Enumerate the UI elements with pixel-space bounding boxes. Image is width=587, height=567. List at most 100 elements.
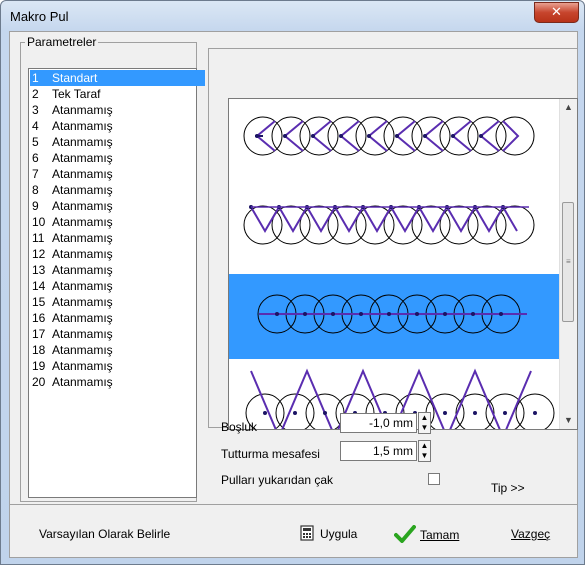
pattern-zigzag-small xyxy=(243,205,535,245)
parameter-number: 1 xyxy=(32,71,39,85)
parameter-label: Atanmamış xyxy=(52,359,113,373)
parameter-label: Atanmamış xyxy=(52,103,113,117)
parameters-list[interactable]: 1 Standart 2 Tek Taraf 3 Atanmamış 4 Atanmamış 5… xyxy=(28,68,205,498)
parameter-label: Atanmamış xyxy=(52,263,113,277)
parameter-item[interactable]: 15 Atanmamış xyxy=(30,294,205,310)
preview-scrollbar[interactable]: ▲ ≡ ▼ xyxy=(559,99,577,429)
parameter-item[interactable]: 16 Atanmamış xyxy=(30,310,205,326)
tack-distance-spinner[interactable]: ▲ ▼ xyxy=(418,440,431,462)
close-icon: ✕ xyxy=(551,4,562,19)
set-default-button[interactable]: Varsayılan Olarak Belirle xyxy=(39,527,170,541)
parameter-item[interactable]: 5 Atanmamış xyxy=(30,134,205,150)
parameter-label: Atanmamış xyxy=(52,279,113,293)
parameter-number: 6 xyxy=(32,151,39,165)
parameters-group-label: Parametreler xyxy=(25,35,99,49)
from-top-checkbox[interactable] xyxy=(428,473,440,485)
parameter-label: Atanmamış xyxy=(52,343,113,357)
spacing-label: Boşluk xyxy=(221,420,258,434)
parameter-item[interactable]: 14 Atanmamış xyxy=(30,278,205,294)
from-top-label: Pulları yukarıdan çak xyxy=(221,473,334,487)
ok-label: Tamam xyxy=(420,528,460,542)
parameter-number: 17 xyxy=(32,327,46,341)
parameter-number: 8 xyxy=(32,183,39,197)
parameter-item[interactable]: 17 Atanmamış xyxy=(30,326,205,342)
parameter-number: 14 xyxy=(32,279,46,293)
parameter-number: 20 xyxy=(32,375,46,389)
spacing-value: -1,0 mm xyxy=(368,416,413,430)
parameter-number: 13 xyxy=(32,263,46,277)
window-title: Makro Pul xyxy=(10,9,69,24)
parameter-label: Atanmamış xyxy=(52,119,113,133)
apply-label: Uygula xyxy=(320,527,358,541)
parameter-label: Atanmamış xyxy=(52,167,113,181)
parameter-number: 11 xyxy=(32,231,45,245)
spacing-input[interactable]: -1,0 mm xyxy=(340,413,417,433)
spin-down-icon[interactable]: ▼ xyxy=(419,451,430,461)
divider xyxy=(10,504,577,505)
title-bar[interactable]: Makro Pul ✕ xyxy=(1,1,584,31)
ok-button[interactable]: Tamam xyxy=(394,525,459,543)
tip-button[interactable]: Tip >> xyxy=(491,481,525,495)
scroll-thumb[interactable]: ≡ xyxy=(562,202,574,322)
grip-icon: ≡ xyxy=(566,257,571,266)
apply-button[interactable]: Uygula xyxy=(300,525,357,541)
spin-up-icon[interactable]: ▲ xyxy=(419,413,430,423)
parameter-label: Atanmamış xyxy=(52,151,113,165)
close-button[interactable]: ✕ xyxy=(534,2,579,23)
parameter-item[interactable]: 12 Atanmamış xyxy=(30,246,205,262)
pattern-row[interactable] xyxy=(229,179,559,274)
parameter-label: Atanmamış xyxy=(52,311,113,325)
parameter-item[interactable]: 1 Standart xyxy=(30,70,205,86)
spin-down-icon[interactable]: ▼ xyxy=(419,423,430,433)
parameter-number: 16 xyxy=(32,311,46,325)
pattern-arrow-chain xyxy=(243,116,535,156)
parameter-item[interactable]: 11 Atanmamış xyxy=(30,230,205,246)
parameter-number: 2 xyxy=(32,87,39,101)
parameter-item[interactable]: 7 Atanmamış xyxy=(30,166,205,182)
dialog-client: Parametreler 1 Standart 2 Tek Taraf 3 Atanmam… xyxy=(9,31,578,558)
parameter-label: Atanmamış xyxy=(52,375,113,389)
parameter-number: 15 xyxy=(32,295,46,309)
parameter-number: 7 xyxy=(32,167,39,181)
parameter-number: 10 xyxy=(32,215,46,229)
dialog-window: Makro Pul ✕ Parametreler 1 Standart 2 Tek T… xyxy=(0,0,585,565)
parameter-label: Standart xyxy=(52,71,98,85)
calculator-icon xyxy=(300,525,314,541)
pattern-preview-list[interactable]: ▲ ≡ ▼ xyxy=(228,98,578,430)
spin-up-icon[interactable]: ▲ xyxy=(419,441,430,451)
tack-distance-input[interactable]: 1,5 mm xyxy=(340,441,417,461)
pattern-row[interactable] xyxy=(229,99,559,179)
parameter-label: Atanmamış xyxy=(52,327,113,341)
parameter-number: 4 xyxy=(32,119,39,133)
parameter-item[interactable]: 19 Atanmamış xyxy=(30,358,205,374)
parameter-label: Atanmamış xyxy=(52,135,113,149)
parameter-number: 18 xyxy=(32,343,46,357)
parameter-number: 5 xyxy=(32,135,39,149)
scroll-down-arrow-icon[interactable]: ▼ xyxy=(560,412,577,429)
parameter-label: Atanmamış xyxy=(52,199,113,213)
parameter-item[interactable]: 2 Tek Taraf xyxy=(30,86,205,102)
cancel-button[interactable]: Vazgeç xyxy=(511,527,550,541)
parameter-number: 19 xyxy=(32,359,46,373)
checkmark-icon xyxy=(394,525,416,543)
parameter-item[interactable]: 10 Atanmamış xyxy=(30,214,205,230)
parameter-number: 9 xyxy=(32,199,39,213)
parameter-number: 3 xyxy=(32,103,39,117)
parameter-item[interactable]: 13 Atanmamış xyxy=(30,262,205,278)
parameter-item[interactable]: 20 Atanmamış xyxy=(30,374,205,390)
tack-distance-value: 1,5 mm xyxy=(372,444,413,458)
spacing-spinner[interactable]: ▲ ▼ xyxy=(418,412,431,434)
parameter-item[interactable]: 6 Atanmamış xyxy=(30,150,205,166)
parameter-label: Atanmamış xyxy=(52,231,113,245)
parameter-item[interactable]: 9 Atanmamış xyxy=(30,198,205,214)
tack-distance-label: Tutturma mesafesi xyxy=(221,447,320,461)
pattern-row-selected[interactable] xyxy=(229,274,559,359)
pattern-straight-line xyxy=(257,294,527,334)
parameter-item[interactable]: 18 Atanmamış xyxy=(30,342,205,358)
scroll-up-arrow-icon[interactable]: ▲ xyxy=(560,99,577,116)
parameter-item[interactable]: 3 Atanmamış xyxy=(30,102,205,118)
parameter-label: Tek Taraf xyxy=(52,87,101,101)
parameter-item[interactable]: 8 Atanmamış xyxy=(30,182,205,198)
parameter-number: 12 xyxy=(32,247,46,261)
parameter-item[interactable]: 4 Atanmamış xyxy=(30,118,205,134)
